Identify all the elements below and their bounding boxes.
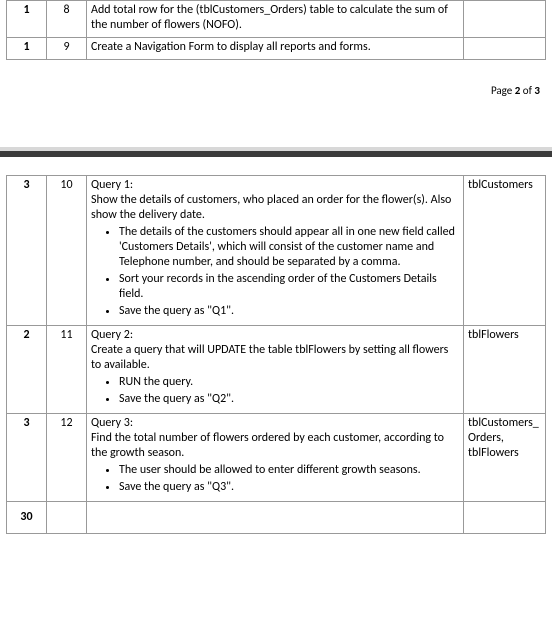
query-desc: Create a query that will UPDATE the tabl… <box>91 343 448 372</box>
query-title: Query 3: <box>91 416 133 430</box>
ref-cell <box>464 38 546 60</box>
query-title: Query 2: <box>91 328 133 342</box>
task-desc-cell: Query 3: Find the total number of flower… <box>87 414 464 502</box>
list-item: Sort your records in the ascending order… <box>119 272 459 302</box>
task-desc-cell: Create a Navigation Form to display all … <box>87 38 464 60</box>
query-desc: Find the total number of flowers ordered… <box>91 431 444 460</box>
ref-cell: tblFlowers <box>464 326 546 414</box>
table-row: 1 9 Create a Navigation Form to display … <box>7 38 546 60</box>
bullet-list: The user should be allowed to enter diff… <box>119 463 459 495</box>
ref-cell <box>464 1 546 38</box>
page-prefix: Page <box>491 84 515 97</box>
task-desc-cell: Query 2: Create a query that will UPDATE… <box>87 326 464 414</box>
table-row: 1 8 Add total row for the (tblCustomers_… <box>7 1 546 38</box>
points-total-cell: 30 <box>7 502 47 534</box>
ref-cell: tblCustomers_Orders, tblFlowers <box>464 414 546 502</box>
tasks-table-bottom: 3 10 Query 1: Show the details of custom… <box>6 175 546 534</box>
list-item: RUN the query. <box>119 375 459 390</box>
points-cell: 1 <box>7 1 47 38</box>
bullet-list: RUN the query. Save the query as "Q2". <box>119 375 459 407</box>
task-num-cell: 11 <box>47 326 87 414</box>
empty-cell <box>47 502 87 534</box>
table-row-total: 30 <box>7 502 546 534</box>
query-title: Query 1: <box>91 178 133 192</box>
ref-cell: tblCustomers <box>464 176 546 326</box>
list-item: Save the query as "Q3". <box>119 480 459 495</box>
points-cell: 2 <box>7 326 47 414</box>
list-item: The user should be allowed to enter diff… <box>119 463 459 478</box>
list-item: The details of the customers should appe… <box>119 225 459 270</box>
points-cell: 3 <box>7 414 47 502</box>
page-break-bar <box>0 151 552 157</box>
query-desc: Show the details of customers, who place… <box>91 193 451 222</box>
page-total: 3 <box>534 84 540 97</box>
table-row: 3 10 Query 1: Show the details of custom… <box>7 176 546 326</box>
list-item: Save the query as "Q2". <box>119 392 459 407</box>
tasks-table-top: 1 8 Add total row for the (tblCustomers_… <box>6 0 546 60</box>
points-cell: 1 <box>7 38 47 60</box>
task-num-cell: 12 <box>47 414 87 502</box>
empty-cell <box>464 502 546 534</box>
task-desc-cell: Query 1: Show the details of customers, … <box>87 176 464 326</box>
table-row: 3 12 Query 3: Find the total number of f… <box>7 414 546 502</box>
task-num-cell: 8 <box>47 1 87 38</box>
points-cell: 3 <box>7 176 47 326</box>
page-indicator: Page 2 of 3 <box>6 84 540 97</box>
task-desc-cell: Add total row for the (tblCustomers_Orde… <box>87 1 464 38</box>
page-sep: of <box>520 84 534 97</box>
list-item: Save the query as "Q1". <box>119 304 459 319</box>
task-num-cell: 9 <box>47 38 87 60</box>
bullet-list: The details of the customers should appe… <box>119 225 459 319</box>
table-row: 2 11 Query 2: Create a query that will U… <box>7 326 546 414</box>
task-num-cell: 10 <box>47 176 87 326</box>
empty-cell <box>87 502 464 534</box>
